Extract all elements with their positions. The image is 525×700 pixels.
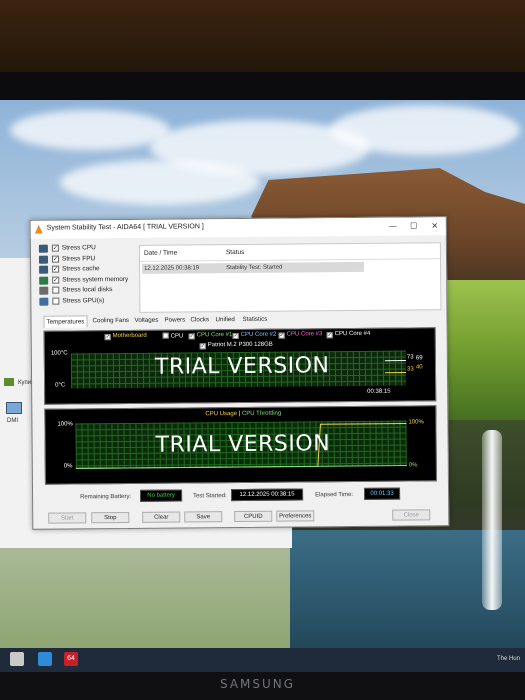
stress-cpu-checkbox[interactable]: ✓ [51,244,59,252]
stress-cache-label: Stress cache [62,265,100,273]
stress-fpu-label: Stress FPU [61,254,96,263]
aida64-flame-icon [35,225,43,234]
tab-statistics[interactable]: Statistics [240,314,269,326]
dmi-label[interactable]: DMI [7,418,18,424]
cpu-usage-graph: CPU Usage | CPU Throttling 100% 0% TRIAL… [44,405,437,485]
clear-button[interactable]: Clear [142,511,181,523]
stress-fpu-checkbox[interactable]: ✓ [51,255,60,263]
taskbar-app-icon[interactable] [10,652,24,666]
title-bar[interactable]: System Stability Test - AIDA64 [ TRIAL V… [30,217,446,239]
cloud [60,160,260,205]
taskbar: 64 The Hun [0,648,525,672]
elapsed-time-label: Elapsed Time: [315,492,354,499]
start-button[interactable]: Start [48,512,87,524]
stress-memory-label: Stress system memory [62,275,129,284]
tab-powers[interactable]: Powers [162,314,187,326]
elapsed-time-value: 00:01:33 [364,487,401,500]
test-started-value: 12.12.2025 00:38:15 [231,488,304,502]
tab-voltages[interactable]: Voltages [132,315,160,327]
log-header-status[interactable]: Status [226,249,244,256]
temp-value-1: 73 [406,354,414,361]
stress-cpu-label: Stress CPU [61,244,96,252]
stress-memory-checkbox[interactable]: ✓ [52,276,60,284]
monitor-brand-logo: SAMSUNG [220,677,296,691]
usage-watermark: TRIAL VERSION [155,431,331,458]
taskbar-notification-text[interactable]: The Hun [497,656,520,662]
battery-value: No battery [140,489,183,502]
dmi-icon[interactable] [6,402,22,414]
stability-test-window: System Stability Test - AIDA64 [ TRIAL V… [29,216,450,530]
temperature-watermark: TRIAL VERSION [154,353,330,380]
test-started-label: Test Started: [193,493,227,500]
cpuid-button[interactable]: CPUID [234,510,273,523]
battery-label: Remaining Battery: [80,493,132,501]
temp-value-3: 33 [406,366,414,373]
log-header-datetime[interactable]: Date / Time [144,250,177,257]
status-log-table[interactable]: Date / Time Status 12.12.2025 00:38:19 S… [138,242,442,313]
minimize-button[interactable]: — [387,221,399,233]
cpu-icon [38,244,48,253]
cloud [330,105,520,155]
stop-button[interactable]: Stop [91,511,130,524]
tab-unified[interactable]: Unified [213,314,236,326]
gpu-icon [39,297,49,306]
monitor-bezel-top [0,72,525,102]
usage-line-throttling [75,465,407,469]
stress-cache-checkbox[interactable]: ✓ [52,265,60,273]
log-row-status: Stability Test: Started [226,264,283,272]
aida64-taskbar-icon[interactable]: 64 [64,652,78,666]
taskbar-browser-icon[interactable] [38,652,52,666]
background-window-icon [4,378,14,386]
temp-time-label: 00:38:15 [367,388,391,395]
log-row-time: 12.12.2025 00:38:19 [144,265,200,272]
background-window-title: Купи [18,380,32,386]
log-header-divider [140,258,441,262]
fpu-icon [38,255,49,264]
stress-disks-label: Stress local disks [62,286,113,294]
cache-icon [39,265,49,274]
cloud [10,110,170,150]
stress-disks-checkbox[interactable] [52,286,60,294]
memory-icon [39,276,49,285]
close-button[interactable]: Close [392,509,431,521]
usage-right-top: 100% [408,419,424,426]
maximize-button[interactable]: ☐ [408,220,420,232]
window-title: System Stability Test - AIDA64 [ TRIAL V… [46,223,204,232]
tab-temperatures[interactable]: Temperatures [43,315,88,328]
tab-clocks[interactable]: Clocks [188,314,211,326]
disk-icon [39,286,49,295]
usage-right-bottom: 0% [408,462,418,469]
save-button[interactable]: Save [184,511,223,523]
stress-gpu-label: Stress GPU(s) [62,296,105,305]
close-window-button[interactable]: ✕ [429,220,441,232]
tab-cooling-fans[interactable]: Cooling Fans [90,315,131,327]
temp-value-4: 40 [415,364,423,371]
preferences-button[interactable]: Preferences [276,510,315,522]
wallpaper-waterfall [482,430,502,610]
temperature-graph: ✓ Motherboard CPU ✓ CPU Core #1 ✓ CPU Core … [43,327,437,405]
photo-scene: Купи DMI System Stability Test - AIDA64 … [0,0,525,700]
status-footer: Remaining Battery: No battery Test Start… [33,485,448,509]
stress-gpu-checkbox[interactable] [52,297,60,305]
temp-value-2: 69 [415,355,423,362]
